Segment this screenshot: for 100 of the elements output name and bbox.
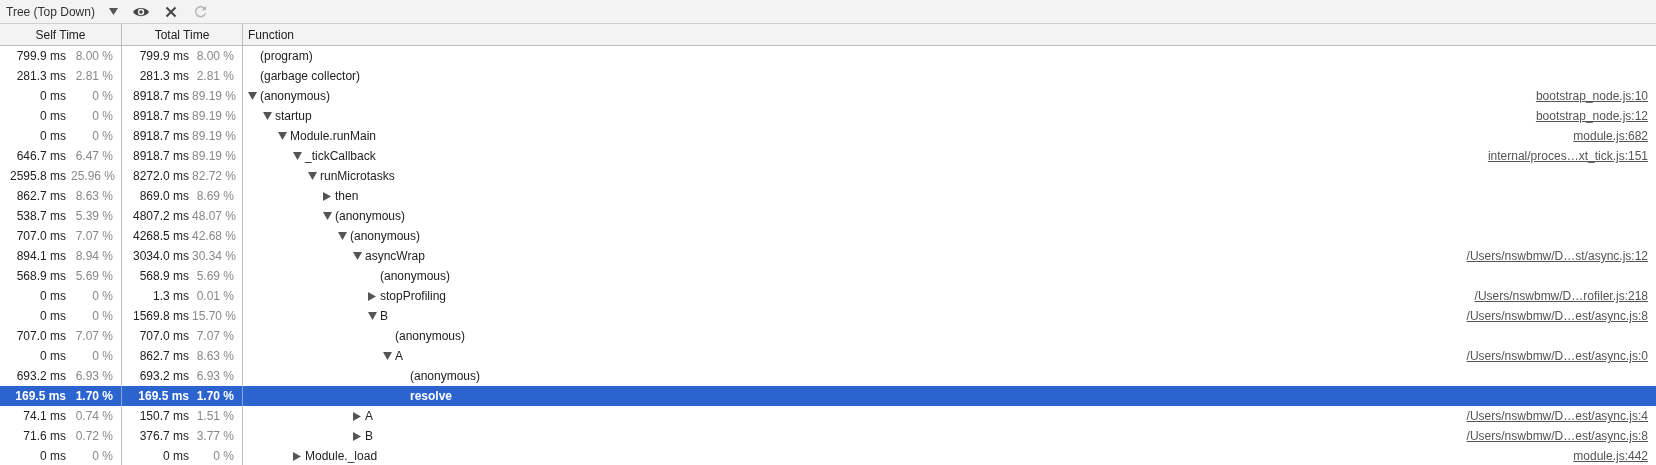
- total-time-value: 281.3 ms: [139, 68, 189, 85]
- tree-row[interactable]: 2595.8 ms 25.96 % 8272.0 ms 82.72 % runMicrotasks: [0, 166, 1656, 186]
- column-header[interactable]: Self Time: [0, 24, 122, 45]
- expanded-triangle-icon[interactable]: [383, 352, 392, 360]
- total-time-percent: 0.01 %: [195, 288, 234, 305]
- total-time-percent: 2.81 %: [195, 68, 234, 85]
- self-time-value: 0 ms: [40, 288, 66, 305]
- self-time-percent: 6.47 %: [74, 148, 113, 165]
- self-time-value: 0 ms: [40, 448, 66, 465]
- function-name: _tickCallback: [305, 148, 376, 165]
- function-name: B: [380, 308, 388, 325]
- tree-row[interactable]: 538.7 ms 5.39 % 4807.2 ms 48.07 % (anonymous): [0, 206, 1656, 226]
- collapsed-triangle-icon[interactable]: [293, 451, 301, 461]
- column-header[interactable]: Total Time: [122, 24, 243, 45]
- tree-row[interactable]: 862.7 ms 8.63 % 869.0 ms 8.69 % then: [0, 186, 1656, 206]
- total-time-value: 150.7 ms: [139, 408, 189, 425]
- tree-row[interactable]: 281.3 ms 2.81 % 281.3 ms 2.81 % (garbage collector): [0, 66, 1656, 86]
- total-time-percent: 8.69 %: [195, 188, 234, 205]
- total-time-percent: 8.00 %: [195, 48, 234, 65]
- tree-row[interactable]: 568.9 ms 5.69 % 568.9 ms 5.69 % (anonymous): [0, 266, 1656, 286]
- self-time-percent: 25.96 %: [71, 168, 113, 185]
- self-time-value: 707.0 ms: [16, 328, 66, 345]
- source-link[interactable]: bootstrap_node.js:12: [1535, 107, 1648, 125]
- function-name: (anonymous): [410, 368, 481, 385]
- self-time-percent: 8.94 %: [74, 248, 113, 265]
- self-time-percent: 5.39 %: [74, 208, 113, 225]
- source-link[interactable]: internal/proces…xt_tick.js:151: [1487, 147, 1648, 165]
- expanded-triangle-icon[interactable]: [353, 252, 362, 260]
- expanded-triangle-icon[interactable]: [263, 112, 272, 120]
- expanded-triangle-icon[interactable]: [323, 212, 332, 220]
- self-time-value: 0 ms: [40, 108, 66, 125]
- column-header[interactable]: Function: [243, 24, 1656, 45]
- source-link[interactable]: module.js:682: [1573, 127, 1648, 145]
- view-mode-dropdown[interactable]: Tree (Top Down): [6, 2, 124, 21]
- self-time-value: 0 ms: [40, 88, 66, 105]
- tree-row[interactable]: 0 ms 0 % 8918.7 ms 89.19 % Module.runMain module.js:682: [0, 126, 1656, 146]
- total-time-value: 1.3 ms: [153, 288, 189, 305]
- total-time-value: 169.5 ms: [138, 388, 189, 405]
- tree-row[interactable]: 0 ms 0 % 8918.7 ms 89.19 % (anonymous) bootstrap_node.js:10: [0, 86, 1656, 106]
- self-time-percent: 0 %: [91, 308, 113, 325]
- total-time-value: 376.7 ms: [139, 428, 189, 445]
- source-link[interactable]: module.js:442: [1573, 447, 1648, 465]
- total-time-percent: 82.72 %: [192, 168, 234, 185]
- function-name: (anonymous): [350, 228, 421, 245]
- expanded-triangle-icon[interactable]: [278, 132, 287, 140]
- expanded-triangle-icon[interactable]: [308, 172, 317, 180]
- source-link[interactable]: /Users/nswbmw/D…st/async.js:12: [1466, 247, 1648, 265]
- total-time-percent: 15.70 %: [192, 308, 234, 325]
- tree-row[interactable]: 707.0 ms 7.07 % 4268.5 ms 42.68 % (anonymous): [0, 226, 1656, 246]
- expanded-triangle-icon[interactable]: [248, 92, 257, 100]
- expanded-triangle-icon[interactable]: [368, 312, 377, 320]
- tree-row[interactable]: 169.5 ms 1.70 % 169.5 ms 1.70 % resolve: [0, 386, 1656, 406]
- total-time-value: 707.0 ms: [139, 328, 189, 345]
- tree-row[interactable]: 71.6 ms 0.72 % 376.7 ms 3.77 % B /Users/nswbmw/D…est/async.js:8: [0, 426, 1656, 446]
- collapsed-triangle-icon[interactable]: [323, 191, 331, 201]
- tree-row[interactable]: 0 ms 0 % 0 ms 0 % Module._load module.js:442: [0, 446, 1656, 465]
- source-link[interactable]: /Users/nswbmw/D…est/async.js:0: [1466, 347, 1648, 365]
- total-time-percent: 42.68 %: [192, 228, 234, 245]
- total-time-value: 4268.5 ms: [132, 228, 189, 245]
- function-name: then: [335, 188, 359, 205]
- self-time-percent: 8.63 %: [74, 188, 113, 205]
- self-time-percent: 8.00 %: [74, 48, 113, 65]
- total-time-percent: 0 %: [212, 448, 234, 465]
- self-time-value: 799.9 ms: [16, 48, 66, 65]
- self-time-value: 0 ms: [40, 308, 66, 325]
- source-link[interactable]: /Users/nswbmw/D…est/async.js:8: [1466, 307, 1648, 325]
- function-name: (anonymous): [260, 88, 331, 105]
- total-time-value: 0 ms: [163, 448, 189, 465]
- source-link[interactable]: /Users/nswbmw/D…est/async.js:8: [1466, 427, 1648, 445]
- tree-row[interactable]: 0 ms 0 % 1.3 ms 0.01 % stopProfiling /Users/nswbmw/D…rofiler.js:218: [0, 286, 1656, 306]
- collapsed-triangle-icon[interactable]: [353, 411, 361, 421]
- function-name: B: [365, 428, 373, 445]
- tree-row[interactable]: 799.9 ms 8.00 % 799.9 ms 8.00 % (program): [0, 46, 1656, 66]
- tree-row[interactable]: 0 ms 0 % 862.7 ms 8.63 % A /Users/nswbmw/D…est/async.js:0: [0, 346, 1656, 366]
- source-link[interactable]: /Users/nswbmw/D…est/async.js:4: [1466, 407, 1648, 425]
- tree-row[interactable]: 894.1 ms 8.94 % 3034.0 ms 30.34 % asyncWrap /Users/nswbmw/D…st/async.js:12: [0, 246, 1656, 266]
- expanded-triangle-icon[interactable]: [293, 152, 302, 160]
- tree-row[interactable]: 74.1 ms 0.74 % 150.7 ms 1.51 % A /Users/nswbmw/D…est/async.js:4: [0, 406, 1656, 426]
- total-time-percent: 48.07 %: [192, 208, 234, 225]
- expanded-triangle-icon[interactable]: [338, 232, 347, 240]
- total-time-value: 8918.7 ms: [132, 108, 189, 125]
- self-time-value: 538.7 ms: [16, 208, 66, 225]
- tree-row[interactable]: 0 ms 0 % 8918.7 ms 89.19 % startup bootstrap_node.js:12: [0, 106, 1656, 126]
- tree-row[interactable]: 707.0 ms 7.07 % 707.0 ms 7.07 % (anonymous): [0, 326, 1656, 346]
- close-icon: [164, 5, 177, 18]
- self-time-percent: 0.74 %: [74, 408, 113, 425]
- tree-row[interactable]: 646.7 ms 6.47 % 8918.7 ms 89.19 % _tickCallback internal/proces…xt_tick.js:151: [0, 146, 1656, 166]
- total-time-percent: 5.69 %: [195, 268, 234, 285]
- tree-row[interactable]: 0 ms 0 % 1569.8 ms 15.70 % B /Users/nswbmw/D…est/async.js:8: [0, 306, 1656, 326]
- self-time-percent: 1.70 %: [74, 388, 113, 405]
- collapsed-triangle-icon[interactable]: [353, 431, 361, 441]
- total-time-value: 8918.7 ms: [132, 88, 189, 105]
- source-link[interactable]: bootstrap_node.js:10: [1535, 87, 1648, 105]
- total-time-percent: 89.19 %: [192, 128, 234, 145]
- function-name: runMicrotasks: [320, 168, 395, 185]
- source-link[interactable]: /Users/nswbmw/D…rofiler.js:218: [1474, 287, 1648, 305]
- total-time-value: 8918.7 ms: [132, 128, 189, 145]
- self-time-value: 693.2 ms: [16, 368, 66, 385]
- self-time-value: 169.5 ms: [15, 388, 66, 405]
- collapsed-triangle-icon[interactable]: [368, 291, 376, 301]
